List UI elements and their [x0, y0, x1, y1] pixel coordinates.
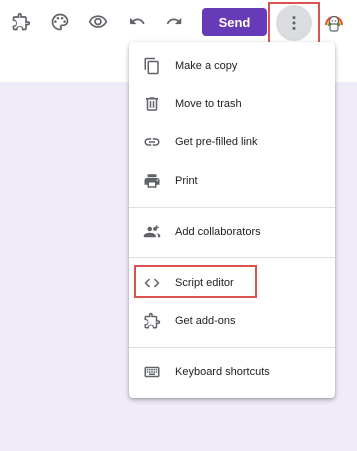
menu-item-get-pre-filled-link[interactable]: Get pre-filled link: [129, 124, 335, 160]
menu-item-label: Get add-ons: [175, 315, 236, 327]
menu-item-label: Move to trash: [175, 98, 242, 110]
menu-item-script-editor[interactable]: Script editor: [129, 265, 335, 301]
keyboard-icon: [142, 362, 162, 382]
menu-item-label: Make a copy: [175, 60, 238, 72]
print-icon: [142, 171, 162, 191]
link-icon: [142, 132, 162, 152]
menu-item-label: Get pre-filled link: [175, 136, 258, 148]
preview-eye-icon[interactable]: [85, 9, 111, 35]
menu-item-label: Script editor: [175, 277, 234, 289]
menu-item-keyboard-shortcuts[interactable]: Keyboard shortcuts: [129, 354, 335, 390]
menu-item-label: Print: [175, 175, 198, 187]
more-options-highlight: [268, 2, 320, 44]
undo-icon[interactable]: [124, 9, 150, 35]
menu-divider: [129, 347, 335, 348]
code-icon: [142, 273, 162, 293]
menu-item-make-a-copy[interactable]: Make a copy: [129, 48, 335, 84]
menu-item-get-add-ons[interactable]: Get add-ons: [129, 303, 335, 339]
menu-divider: [129, 257, 335, 258]
menu-item-move-to-trash[interactable]: Move to trash: [129, 86, 335, 122]
menu-item-label: Keyboard shortcuts: [175, 366, 270, 378]
menu-item-add-collaborators[interactable]: Add collaborators: [129, 214, 335, 250]
puzzle-icon: [142, 311, 162, 331]
trash-icon: [142, 94, 162, 114]
send-button[interactable]: Send: [202, 8, 267, 36]
menu-item-print[interactable]: Print: [129, 163, 335, 199]
menu-item-label: Add collaborators: [175, 226, 261, 238]
copy-icon: [142, 56, 162, 76]
avatar[interactable]: [322, 10, 346, 34]
add-ons-icon[interactable]: [8, 9, 34, 35]
add-people-icon: [142, 222, 162, 242]
redo-icon[interactable]: [161, 9, 187, 35]
more-options-button[interactable]: [276, 5, 312, 41]
palette-icon[interactable]: [47, 9, 73, 35]
menu-divider: [129, 207, 335, 208]
more-options-menu: Make a copy Move to trash Get pre-filled…: [129, 42, 335, 398]
more-vert-icon: [292, 16, 296, 30]
